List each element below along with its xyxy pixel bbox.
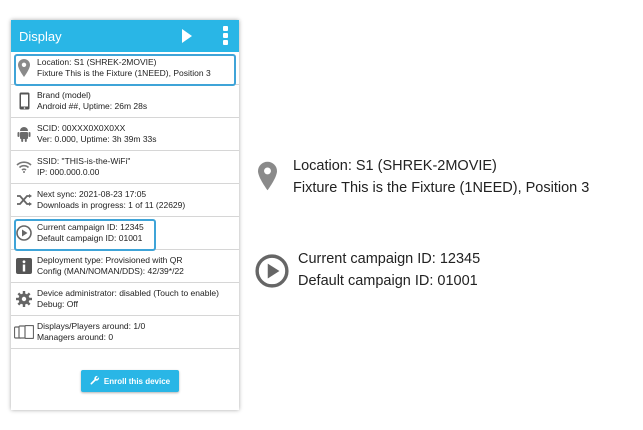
- scid-line: SCID: 00XXX0X0X0XX: [37, 123, 126, 133]
- zoom-location-line: Location: S1 (SHREK-2MOVIE): [293, 155, 589, 177]
- app-bar: Display: [11, 20, 239, 52]
- info-icon: [13, 258, 35, 274]
- android-icon: [13, 126, 35, 142]
- play-circle-icon: [255, 254, 289, 293]
- device-screen: Display Location: S1 (SHREK-2MOVIE) Fixt…: [11, 20, 239, 410]
- current-campaign-line: Current campaign ID: 12345: [37, 222, 144, 232]
- zoom-fixture-value: This is the Fixture (1NEED), Position 3: [341, 180, 590, 196]
- downloads-line: Downloads in progress: 1 of 11 (22629): [37, 200, 186, 210]
- deployment-type-line: Deployment type: Provisioned with QR: [37, 255, 183, 265]
- zoom-location-value: S1 (SHREK-2MOVIE): [355, 158, 497, 174]
- zoom-location-label: Location:: [293, 158, 352, 174]
- fixture-line: Fixture This is the Fixture (1NEED), Pos…: [37, 68, 211, 78]
- list-item-location[interactable]: Location: S1 (SHREK-2MOVIE) Fixture This…: [11, 52, 239, 85]
- version-line: Ver: 0.000, Uptime: 3h 39m 33s: [37, 134, 157, 144]
- device-admin-line: Device administrator: disabled (Touch to…: [37, 288, 219, 298]
- ip-line: IP: 000.000.0.00: [37, 167, 100, 177]
- list-item-scid[interactable]: SCID: 00XXX0X0X0XX Ver: 0.000, Uptime: 3…: [11, 118, 239, 151]
- debug-line: Debug: Off: [37, 299, 78, 309]
- overflow-menu-icon[interactable]: [223, 26, 228, 47]
- config-line: Config (MAN/NOMAN/DDS): 42/39*/22: [37, 266, 184, 276]
- location-line: Location: S1 (SHREK-2MOVIE): [37, 57, 157, 67]
- gear-icon: [13, 291, 35, 307]
- displays-line: Displays/Players around: 1/0: [37, 321, 146, 331]
- enroll-device-button[interactable]: Enroll this device: [81, 370, 179, 392]
- zoom-fixture-label: Fixture: [293, 180, 338, 196]
- info-list: Location: S1 (SHREK-2MOVIE) Fixture This…: [11, 52, 239, 349]
- devices-icon: [13, 325, 35, 339]
- list-item-device-admin[interactable]: Device administrator: disabled (Touch to…: [11, 283, 239, 316]
- android-uptime-line: Android ##, Uptime: 26m 28s: [37, 101, 148, 111]
- shuffle-icon: [13, 194, 35, 206]
- list-item-wifi[interactable]: SSID: "THIS-is-the-WiFi" IP: 000.000.0.0…: [11, 151, 239, 184]
- managers-line: Managers around: 0: [37, 332, 114, 342]
- app-title: Display: [19, 28, 62, 44]
- zoom-current-campaign: Current campaign ID: 12345: [298, 251, 481, 267]
- list-item-displays[interactable]: Displays/Players around: 1/0 Managers ar…: [11, 316, 239, 349]
- phone-icon: [13, 92, 35, 110]
- play-circle-icon: [13, 225, 35, 241]
- list-item-campaign[interactable]: Current campaign ID: 12345 Default campa…: [11, 217, 239, 250]
- default-campaign-line: Default campaign ID: 01001: [37, 233, 143, 243]
- play-icon[interactable]: [181, 29, 193, 48]
- zoom-fixture-line: Fixture This is the Fixture (1NEED), Pos…: [293, 177, 589, 199]
- location-pin-icon: [13, 59, 35, 77]
- wifi-icon: [13, 161, 35, 173]
- zoom-default-campaign: Default campaign ID: 01001: [298, 273, 478, 289]
- ssid-line: SSID: "THIS-is-the-WiFi": [37, 156, 131, 166]
- list-item-sync[interactable]: Next sync: 2021-08-23 17:05 Downloads in…: [11, 184, 239, 217]
- next-sync-line: Next sync: 2021-08-23 17:05: [37, 189, 147, 199]
- list-item-deployment[interactable]: Deployment type: Provisioned with QR Con…: [11, 250, 239, 283]
- list-item-brand[interactable]: Brand (model) Android ##, Uptime: 26m 28…: [11, 85, 239, 118]
- location-pin-icon: [258, 161, 277, 196]
- wrench-icon: [90, 375, 100, 387]
- brand-line: Brand (model): [37, 90, 91, 100]
- enroll-button-label: Enroll this device: [103, 376, 171, 386]
